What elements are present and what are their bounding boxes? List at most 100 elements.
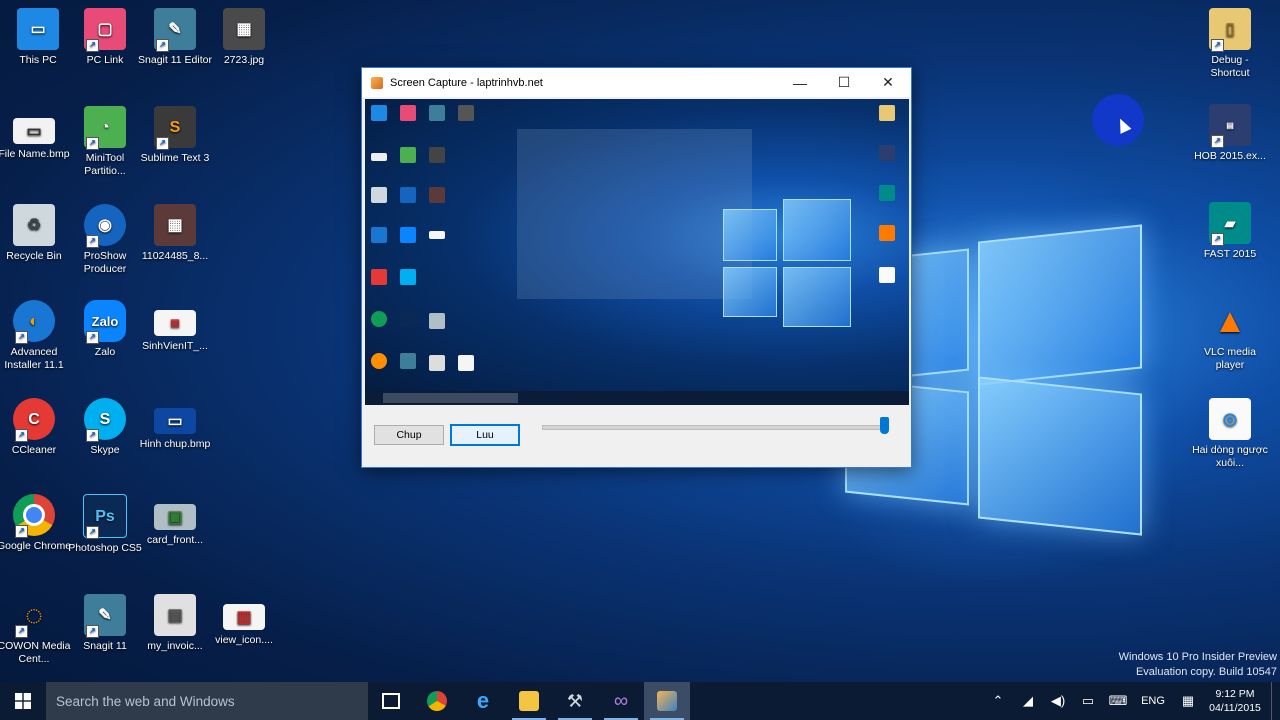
desktop-icon-zalo[interactable]: Zalo ↗ Zalo	[67, 300, 143, 359]
language-indicator[interactable]: ENG	[1133, 695, 1173, 707]
preview-logo-pane	[783, 199, 851, 261]
taskbar: Search the web and Windows e ⚒ ∞ ⌃ ◢ ◀) …	[0, 682, 1280, 720]
preview-desktop-icon	[371, 187, 387, 203]
advanced-installer-icon: ◐ ↗	[13, 300, 55, 344]
hob-icon: ▤ ↗	[1209, 104, 1251, 148]
desktop-icon-this-pc[interactable]: ▭ This PC	[0, 8, 76, 67]
taskbar-file-explorer[interactable]	[506, 682, 552, 720]
preview-window-ghost	[517, 129, 752, 299]
preview-desktop-icon	[400, 187, 416, 203]
show-hidden-icons-button[interactable]: ⌃	[983, 693, 1013, 709]
taskbar-visual-studio[interactable]: ∞	[598, 682, 644, 720]
desktop-icon-2723-jpg[interactable]: ▦ 2723.jpg	[206, 8, 282, 67]
capture-controls: Chup Luu	[362, 405, 911, 467]
desktop-icon-recycle-bin[interactable]: ♻ Recycle Bin	[0, 204, 72, 263]
preview-desktop-icon	[879, 105, 895, 121]
skype-icon: S ↗	[84, 398, 126, 442]
desktop-icon-vlc[interactable]: ▲ VLC media player	[1192, 300, 1268, 372]
desktop-icon-skype[interactable]: S ↗ Skype	[67, 398, 143, 457]
screen-capture-window[interactable]: Screen Capture - laptrinhvb.net — ☐ ✕ Ch…	[361, 67, 912, 468]
taskbar-tools[interactable]: ⚒	[552, 682, 598, 720]
slider-track[interactable]	[542, 425, 889, 430]
wallpaper-logo-pane	[978, 224, 1142, 386]
desktop-icon-pc-link[interactable]: ▢ ↗ PC Link	[67, 8, 143, 67]
network-icon[interactable]: ◢	[1013, 693, 1043, 709]
evaluation-watermark: Windows 10 Pro Insider Preview Evaluatio…	[1119, 650, 1277, 680]
preview-desktop-icon	[429, 105, 445, 121]
close-button[interactable]: ✕	[866, 68, 910, 97]
edge-icon: e	[476, 688, 490, 713]
desktop-icon-audio[interactable]: ◎ Hai dòng ngược xuôi...	[1192, 398, 1268, 470]
task-view-icon	[382, 693, 400, 709]
taskbar-screen-capture[interactable]	[644, 682, 690, 720]
volume-icon[interactable]: ◀)	[1043, 693, 1073, 709]
preview-desktop-icon	[371, 269, 387, 285]
show-desktop-button[interactable]	[1271, 682, 1280, 720]
desktop-icon-card-front[interactable]: ▣ card_front...	[137, 494, 213, 547]
desktop-icon-proshow[interactable]: ◉ ↗ ProShow Producer	[67, 204, 143, 276]
chrome-icon	[427, 691, 447, 711]
desktop-icon-11024485[interactable]: ▦ 11024485_8...	[137, 204, 213, 263]
desktop-icon-chrome[interactable]: ↗ Google Chrome	[0, 494, 72, 553]
photoshop-icon: Ps ↗	[83, 494, 127, 539]
desktop-icon-fast[interactable]: ▰ ↗ FAST 2015	[1192, 202, 1268, 261]
preview-desktop-icon	[371, 311, 387, 327]
task-view-button[interactable]	[368, 682, 414, 720]
desktop-icon-debug-shortcut[interactable]: ▯ ↗ Debug - Shortcut	[1192, 8, 1268, 80]
preview-desktop-icon	[371, 105, 387, 121]
desktop-icon-view-icon[interactable]: ▥ view_icon....	[206, 594, 282, 647]
input-method-icon[interactable]: ▦	[1173, 693, 1203, 709]
desktop-icon-hinh-chup[interactable]: ▭ Hinh chup.bmp	[137, 398, 213, 451]
preview-desktop-icon	[458, 355, 474, 371]
app-icon	[371, 76, 383, 89]
start-button[interactable]	[0, 682, 46, 720]
taskbar-clock[interactable]: 9:12 PM 04/11/2015	[1203, 687, 1267, 715]
desktop-icon-photoshop[interactable]: Ps ↗ Photoshop CS5	[67, 494, 143, 555]
desktop-icon-ccleaner[interactable]: C ↗ CCleaner	[0, 398, 72, 457]
desktop-icon-snagit-editor[interactable]: ✎ ↗ Snagit 11 Editor	[137, 8, 213, 67]
folder-icon: ▯ ↗	[1209, 8, 1251, 52]
sublime-text-icon: S ↗	[154, 106, 196, 150]
keyboard-icon[interactable]: ⌨	[1103, 693, 1133, 709]
recycle-bin-icon: ♻	[13, 204, 55, 246]
desktop-icon-hob[interactable]: ▤ ↗ HOB 2015.ex...	[1192, 104, 1268, 163]
preview-logo-pane	[723, 267, 777, 317]
desktop-icon-sublime-text[interactable]: S ↗ Sublime Text 3	[137, 106, 213, 165]
minitool-icon: ◔ ↗	[84, 106, 126, 150]
preview-logo-pane	[723, 209, 777, 261]
visual-studio-icon: ∞	[613, 689, 629, 712]
desktop-icon-snagit[interactable]: ✎ ↗ Snagit 11	[67, 594, 143, 653]
image-file-icon: ▦	[154, 204, 196, 246]
preview-desktop-icon	[429, 187, 445, 203]
cowon-icon: ◌ ↗	[13, 594, 55, 638]
maximize-icon: ☐	[837, 74, 851, 90]
preview-desktop-icon	[400, 353, 416, 369]
snagit-icon: ✎ ↗	[84, 594, 126, 638]
taskbar-search-box[interactable]: Search the web and Windows	[46, 682, 368, 720]
minimize-button[interactable]: —	[778, 68, 822, 97]
action-center-icon[interactable]: ▭	[1073, 693, 1103, 709]
desktop-icon-file-name-bmp[interactable]: ▭ File Name.bmp	[0, 108, 72, 161]
desktop-icon-advanced-installer[interactable]: ◐ ↗ Advanced Installer 11.1	[0, 300, 72, 372]
preview-desktop-icon	[879, 145, 895, 161]
capture-button[interactable]: Chup	[374, 425, 444, 445]
save-button[interactable]: Luu	[450, 424, 520, 446]
windows-logo-icon	[15, 693, 31, 709]
maximize-button[interactable]: ☐	[822, 68, 866, 97]
desktop-icon-sinhvienit[interactable]: ▤ SinhVienIT_...	[137, 300, 213, 353]
slider-thumb[interactable]	[880, 417, 889, 434]
desktop-icon-cowon[interactable]: ◌ ↗ COWON Media Cent...	[0, 594, 72, 666]
preview-desktop-icon	[429, 355, 445, 371]
bitmap-file-icon: ▭	[154, 408, 196, 434]
window-titlebar[interactable]: Screen Capture - laptrinhvb.net — ☐ ✕	[362, 68, 911, 97]
taskbar-edge[interactable]: e	[460, 682, 506, 720]
preview-desktop-icon	[458, 105, 474, 121]
preview-desktop-icon	[371, 353, 387, 369]
preview-desktop-icon	[879, 267, 895, 283]
preview-taskbar	[365, 391, 909, 405]
desktop-icon-minitool[interactable]: ◔ ↗ MiniTool Partitio...	[67, 106, 143, 178]
proshow-icon: ◉ ↗	[84, 204, 126, 248]
taskbar-chrome[interactable]	[414, 682, 460, 720]
zalo-icon: Zalo ↗	[84, 300, 126, 344]
desktop-icon-my-invoice[interactable]: ▤ my_invoic...	[137, 594, 213, 653]
